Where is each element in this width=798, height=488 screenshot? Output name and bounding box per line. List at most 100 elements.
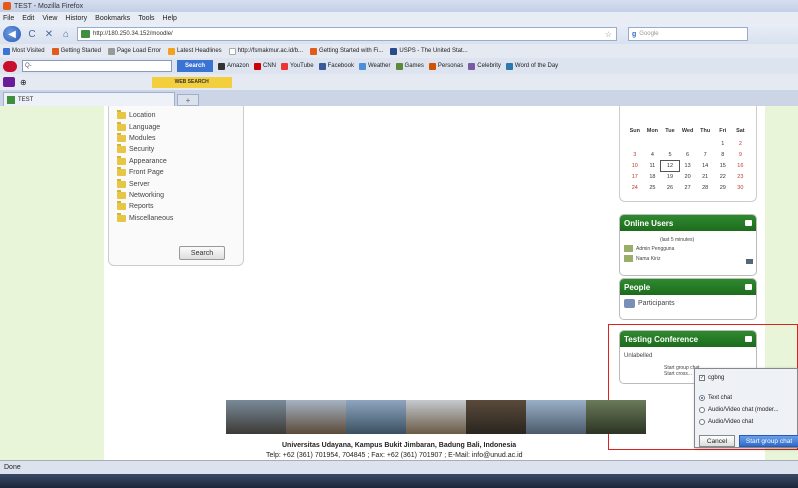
radio[interactable] (699, 407, 705, 413)
bookmark-icon (167, 47, 175, 55)
bookmark-icon (51, 47, 59, 55)
calendar-day[interactable]: 1 (714, 139, 732, 149)
category-item-server[interactable]: Server (117, 178, 173, 189)
bookmark-item[interactable]: Getting Started (51, 47, 101, 55)
online-user-row[interactable]: Admin Pengguna (624, 245, 674, 252)
home-icon[interactable]: ⌂ (60, 29, 72, 40)
toolbar-link-weather[interactable]: Weather (358, 62, 391, 70)
menu-history[interactable]: History (65, 15, 87, 22)
toolbar-search-input[interactable]: Q- (22, 60, 172, 72)
yahoo-logo-icon[interactable] (3, 77, 15, 87)
calendar-day[interactable]: 9 (732, 150, 750, 160)
menu-view[interactable]: View (42, 15, 57, 22)
category-item-reports[interactable]: Reports (117, 201, 173, 212)
menu-help[interactable]: Help (163, 15, 177, 22)
cancel-button[interactable]: Cancel (699, 435, 735, 447)
participants-link[interactable]: Participants (624, 299, 675, 308)
bookmark-item[interactable]: USPS - The United Stat... (390, 47, 468, 55)
calendar-day[interactable]: 18 (644, 172, 662, 182)
category-item-front-page[interactable]: Front Page (117, 167, 173, 178)
banner-photo (286, 400, 346, 434)
calendar-day[interactable]: 11 (644, 161, 662, 171)
toolbar-link-cnn[interactable]: CNN (254, 62, 276, 70)
calendar-day[interactable]: 24 (626, 183, 644, 193)
toolbar-search-icon[interactable]: ⊕ (20, 78, 27, 87)
tab-test[interactable]: TEST (3, 92, 175, 106)
calendar-day[interactable]: 13 (679, 161, 697, 171)
toolbar-search-button[interactable]: Search (177, 60, 213, 72)
calendar-day[interactable]: 15 (714, 161, 732, 171)
calendar-day[interactable]: 30 (732, 183, 750, 193)
popup-check-option[interactable]: ✓ cgbng (699, 375, 724, 381)
bookmark-item[interactable]: Most Visited (3, 47, 45, 55)
calendar-day[interactable]: 10 (626, 161, 644, 171)
calendar-day[interactable]: 14 (696, 161, 714, 171)
category-item-security[interactable]: Security (117, 144, 173, 155)
bookmark-item[interactable]: Latest Headlines (167, 47, 222, 55)
toolbar-link-amazon[interactable]: Amazon (218, 62, 249, 70)
menu-bookmarks[interactable]: Bookmarks (95, 15, 130, 22)
back-button[interactable]: ◀ (3, 26, 21, 42)
send-message-icon[interactable] (746, 259, 753, 264)
category-item-networking[interactable]: Networking (117, 189, 173, 201)
text-chat-option[interactable]: Text chat (699, 395, 732, 401)
calendar-day[interactable]: 27 (679, 183, 697, 193)
calendar-day[interactable]: 5 (661, 150, 679, 160)
toolbar-link-word-of-the-day[interactable]: Word of the Day (505, 62, 558, 70)
bookmark-star-icon[interactable]: ☆ (605, 30, 612, 39)
bookmark-item[interactable]: http://fsmakmur.ac.id/b... (228, 47, 303, 55)
calendar-day[interactable]: 16 (732, 161, 750, 171)
calendar-day[interactable]: 8 (714, 150, 732, 160)
hide-block-icon[interactable] (745, 284, 752, 290)
url-text[interactable]: http://180.250.34.152/moodle/ (93, 31, 173, 37)
toolbar-link-celebrity[interactable]: Celebrity (468, 62, 501, 70)
calendar-day[interactable]: 19 (661, 172, 679, 182)
online-user-row[interactable]: Nama Kiriz (624, 255, 660, 262)
calendar-day[interactable]: 26 (661, 183, 679, 193)
menu-edit[interactable]: Edit (22, 15, 34, 22)
category-item-miscellaneous[interactable]: Miscellaneous (117, 212, 173, 224)
reload-icon[interactable]: C (26, 29, 38, 40)
menu-tools[interactable]: Tools (138, 15, 154, 22)
hide-block-icon[interactable] (745, 220, 752, 226)
toolbar-link-games[interactable]: Games (395, 62, 424, 70)
radio[interactable] (699, 419, 705, 425)
category-item-modules[interactable]: Modules (117, 132, 173, 144)
calendar-day[interactable]: 6 (679, 150, 697, 160)
calendar-day[interactable]: 25 (644, 183, 662, 193)
calendar-day[interactable]: 7 (696, 150, 714, 160)
category-item-location[interactable]: Location (117, 110, 173, 121)
stop-icon[interactable]: ✕ (43, 29, 55, 40)
toolbar-link-facebook[interactable]: Facebook (318, 62, 354, 70)
calendar-day[interactable]: 4 (644, 150, 662, 160)
calendar-day[interactable]: 3 (626, 150, 644, 160)
av-chat-option[interactable]: Audio/Video chat (699, 419, 753, 425)
new-tab-button[interactable]: + (177, 94, 199, 106)
footer-address: Universitas Udayana, Kampus Bukit Jimbar… (282, 442, 517, 449)
bookmark-item[interactable]: Page Load Error (107, 47, 161, 55)
calendar-day[interactable]: 20 (679, 172, 697, 182)
moderated-av-chat-option[interactable]: Audio/Video chat (moder... (699, 407, 779, 413)
calendar-day[interactable]: 2 (732, 139, 750, 149)
calendar-day[interactable]: 23 (732, 172, 750, 182)
calendar-day[interactable]: 22 (714, 172, 732, 182)
category-item-appearance[interactable]: Appearance (117, 155, 173, 167)
status-bar: Done (0, 460, 798, 474)
calendar-day[interactable]: 12 (660, 160, 680, 172)
search-engine-box[interactable]: g Google (628, 27, 748, 41)
calendar-day[interactable]: 21 (696, 172, 714, 182)
category-item-language[interactable]: Language (117, 121, 173, 132)
calendar-day[interactable]: 29 (714, 183, 732, 193)
menu-file[interactable]: File (3, 15, 14, 22)
radio-selected[interactable] (699, 395, 705, 401)
checkbox[interactable]: ✓ (699, 375, 705, 381)
calendar-day[interactable]: 28 (696, 183, 714, 193)
toolbar-link-personas[interactable]: Personas (428, 62, 463, 70)
web-search-button[interactable]: WEB SEARCH (151, 76, 232, 88)
start-group-chat-button[interactable]: Start group chat (739, 435, 798, 447)
toolbar-link-youtube[interactable]: YouTube (281, 62, 314, 70)
category-search-button[interactable]: Search (179, 246, 225, 260)
url-bar[interactable]: http://180.250.34.152/moodle/ ☆ (77, 27, 617, 41)
bookmark-item[interactable]: Getting Started with Fi... (310, 47, 383, 55)
calendar-day[interactable]: 17 (626, 172, 644, 182)
